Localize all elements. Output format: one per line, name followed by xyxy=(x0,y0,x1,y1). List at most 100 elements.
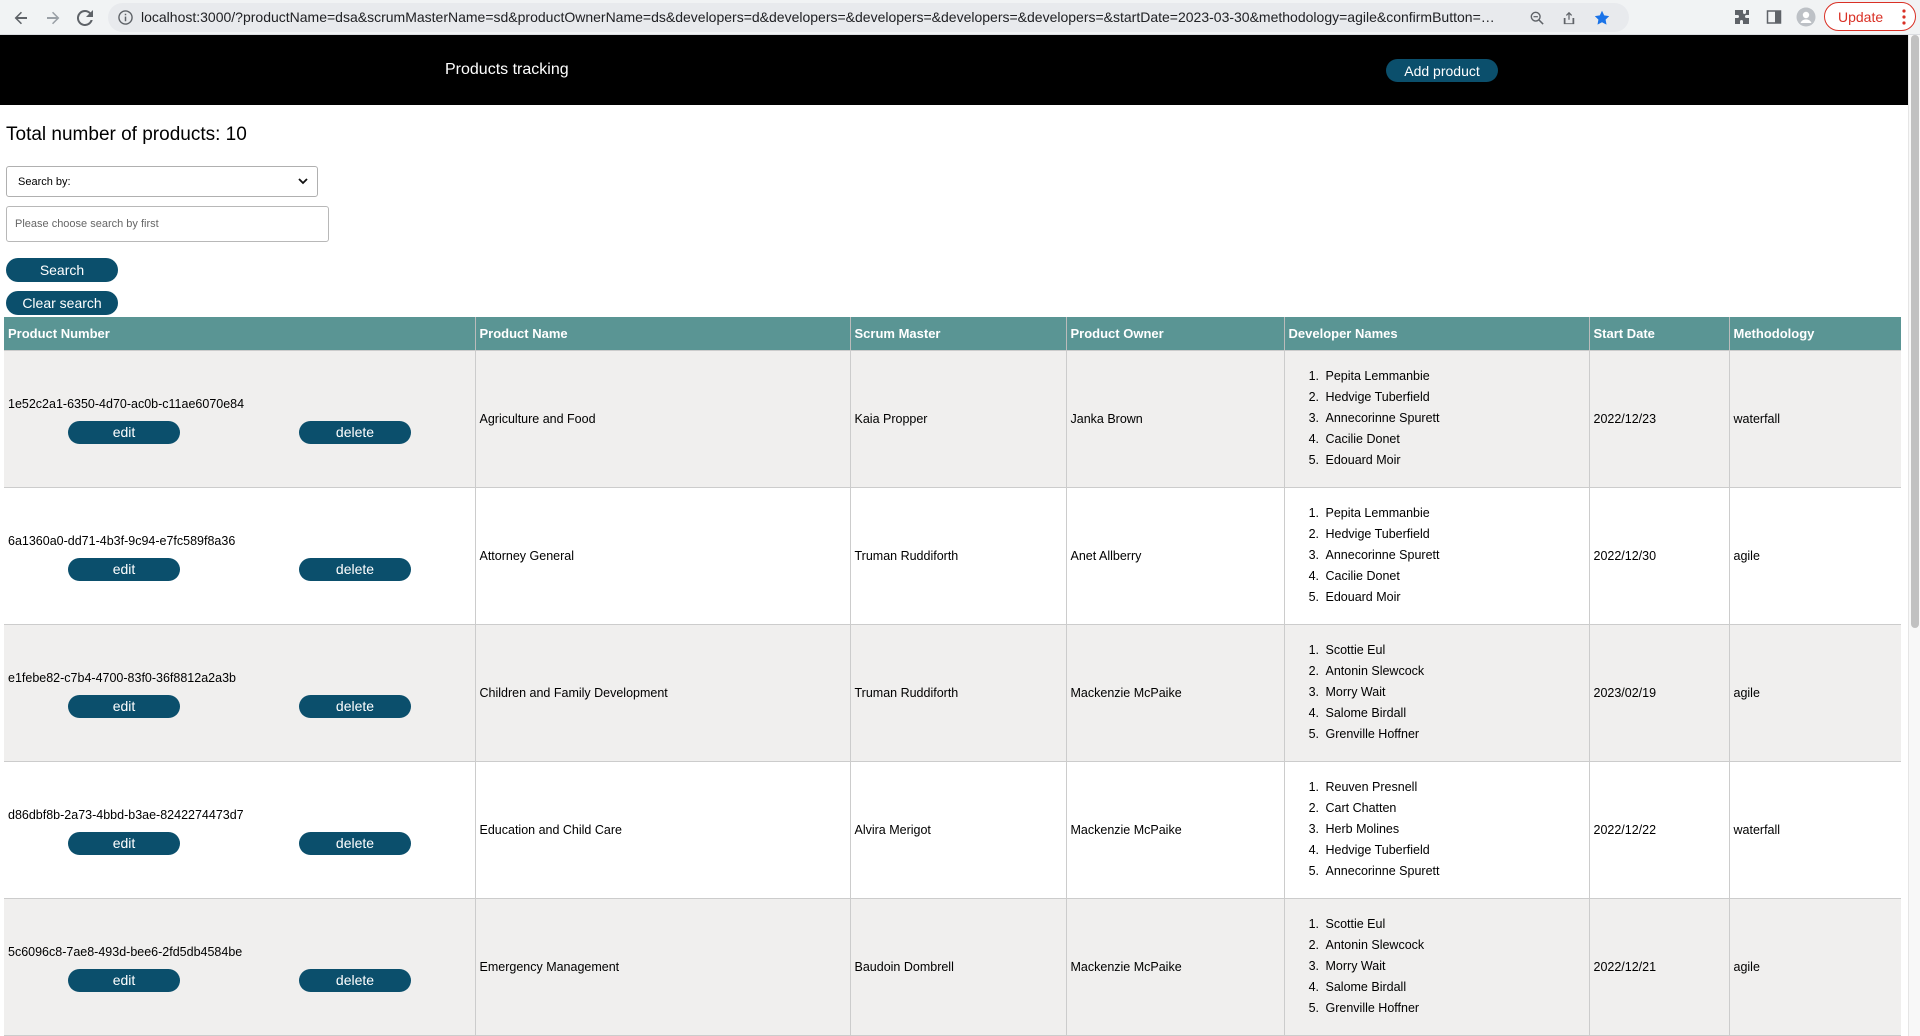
column-header[interactable]: Product Name xyxy=(475,317,851,351)
product-id: d86dbf8b-2a73-4bbd-b3ae-8242274473d7 xyxy=(8,807,244,822)
methodology: waterfall xyxy=(1729,350,1901,488)
add-product-button[interactable]: Add product xyxy=(1386,59,1498,82)
methodology: waterfall xyxy=(1729,761,1901,899)
table-row: 1e52c2a1-6350-4d70-ac0b-c11ae6070e84 edi… xyxy=(4,350,1901,488)
product-number-cell: d86dbf8b-2a73-4bbd-b3ae-8242274473d7 edi… xyxy=(4,761,476,899)
address-bar[interactable]: localhost:3000/?productName=dsa&scrumMas… xyxy=(108,3,1629,32)
developer-name: Morry Wait xyxy=(1323,682,1589,703)
clear-search-button[interactable]: Clear search xyxy=(6,291,118,315)
table-row: d86dbf8b-2a73-4bbd-b3ae-8242274473d7 edi… xyxy=(4,761,1901,899)
search-input[interactable]: Please choose search by first xyxy=(6,206,329,242)
developer-name: Herb Molines xyxy=(1323,819,1589,840)
product-name: Children and Family Development xyxy=(475,624,851,762)
edit-button[interactable]: edit xyxy=(68,557,180,581)
table-row: 5c6096c8-7ae8-493d-bee6-2fd5db4584be edi… xyxy=(4,898,1901,1036)
zoom-icon[interactable] xyxy=(1527,8,1547,28)
delete-button[interactable]: delete xyxy=(299,420,411,444)
developer-name: Salome Birdall xyxy=(1323,977,1589,998)
developer-name: Annecorinne Spurett xyxy=(1323,545,1589,566)
app-title: Products tracking xyxy=(445,61,569,78)
product-id: e1febe82-c7b4-4700-83f0-36f8812a2a3b xyxy=(8,670,236,685)
profile-icon[interactable] xyxy=(1794,5,1818,29)
reload-icon[interactable] xyxy=(72,5,98,31)
side-panel-icon[interactable] xyxy=(1762,5,1786,29)
methodology: agile xyxy=(1729,487,1901,625)
start-date: 2023/02/19 xyxy=(1589,624,1730,762)
methodology: agile xyxy=(1729,898,1901,1036)
developer-list: Pepita Lemmanbie Hedvige Tuberfield Anne… xyxy=(1289,503,1589,608)
page-scrollbar[interactable] xyxy=(1908,35,1920,1036)
browser-toolbar: localhost:3000/?productName=dsa&scrumMas… xyxy=(0,0,1920,35)
star-icon[interactable] xyxy=(1592,8,1612,28)
product-name: Attorney General xyxy=(475,487,851,625)
scrum-master: Alvira Merigot xyxy=(850,761,1067,899)
edit-button[interactable]: edit xyxy=(68,694,180,718)
developer-names-cell: Pepita Lemmanbie Hedvige Tuberfield Anne… xyxy=(1284,487,1590,625)
total-products: Total number of products: 10 xyxy=(6,124,247,145)
column-header[interactable]: Product Owner xyxy=(1066,317,1285,351)
product-name: Education and Child Care xyxy=(475,761,851,899)
developer-list: Scottie Eul Antonin Slewcock Morry Wait … xyxy=(1289,640,1589,745)
column-header[interactable]: Methodology xyxy=(1729,317,1901,351)
share-icon[interactable] xyxy=(1559,8,1579,28)
methodology: agile xyxy=(1729,624,1901,762)
chevron-down-icon xyxy=(298,176,308,189)
product-owner: Mackenzie McPaike xyxy=(1066,898,1285,1036)
delete-button[interactable]: delete xyxy=(299,968,411,992)
developer-names-cell: Reuven Presnell Cart Chatten Herb Moline… xyxy=(1284,761,1590,899)
developer-name: Cacilie Donet xyxy=(1323,566,1589,587)
app-header: Products tracking Add product xyxy=(0,35,1908,105)
forward-arrow-icon[interactable] xyxy=(40,5,66,31)
scrum-master: Kaia Propper xyxy=(850,350,1067,488)
search-by-select[interactable]: Search by: xyxy=(6,166,318,197)
update-button[interactable]: Update xyxy=(1824,2,1916,31)
column-header[interactable]: Start Date xyxy=(1589,317,1730,351)
developer-name: Hedvige Tuberfield xyxy=(1323,524,1589,545)
edit-button[interactable]: edit xyxy=(68,420,180,444)
developer-name: Grenville Hoffner xyxy=(1323,998,1589,1019)
delete-button[interactable]: delete xyxy=(299,694,411,718)
back-arrow-icon[interactable] xyxy=(8,5,34,31)
developer-list: Reuven Presnell Cart Chatten Herb Moline… xyxy=(1289,777,1589,882)
developer-list: Scottie Eul Antonin Slewcock Morry Wait … xyxy=(1289,914,1589,1019)
search-by-value: Search by: xyxy=(18,175,71,188)
developer-name: Grenville Hoffner xyxy=(1323,724,1589,745)
product-number-cell: 5c6096c8-7ae8-493d-bee6-2fd5db4584be edi… xyxy=(4,898,476,1036)
product-number-cell: 6a1360a0-dd71-4b3f-9c94-e7fc589f8a36 edi… xyxy=(4,487,476,625)
column-header[interactable]: Developer Names xyxy=(1284,317,1590,351)
column-header[interactable]: Product Number xyxy=(4,317,476,351)
edit-button[interactable]: edit xyxy=(68,831,180,855)
scrum-master: Baudoin Dombrell xyxy=(850,898,1067,1036)
product-number-cell: 1e52c2a1-6350-4d70-ac0b-c11ae6070e84 edi… xyxy=(4,350,476,488)
developer-names-cell: Pepita Lemmanbie Hedvige Tuberfield Anne… xyxy=(1284,350,1590,488)
column-header[interactable]: Scrum Master xyxy=(850,317,1067,351)
developer-name: Annecorinne Spurett xyxy=(1323,861,1589,882)
developer-name: Hedvige Tuberfield xyxy=(1323,387,1589,408)
product-name: Emergency Management xyxy=(475,898,851,1036)
products-table: Product Number Product Name Scrum Master… xyxy=(4,317,1901,1036)
developer-names-cell: Scottie Eul Antonin Slewcock Morry Wait … xyxy=(1284,624,1590,762)
info-icon[interactable] xyxy=(118,10,133,25)
developer-name: Cacilie Donet xyxy=(1323,429,1589,450)
scrollbar-thumb[interactable] xyxy=(1911,35,1919,628)
start-date: 2022/12/23 xyxy=(1589,350,1730,488)
product-owner: Mackenzie McPaike xyxy=(1066,761,1285,899)
developer-name: Edouard Moir xyxy=(1323,587,1589,608)
url-text[interactable]: localhost:3000/?productName=dsa&scrumMas… xyxy=(141,3,1496,32)
product-number-cell: e1febe82-c7b4-4700-83f0-36f8812a2a3b edi… xyxy=(4,624,476,762)
developer-name: Reuven Presnell xyxy=(1323,777,1589,798)
scrum-master: Truman Ruddiforth xyxy=(850,624,1067,762)
product-owner: Janka Brown xyxy=(1066,350,1285,488)
developer-name: Annecorinne Spurett xyxy=(1323,408,1589,429)
start-date: 2022/12/30 xyxy=(1589,487,1730,625)
delete-button[interactable]: delete xyxy=(299,557,411,581)
developer-names-cell: Scottie Eul Antonin Slewcock Morry Wait … xyxy=(1284,898,1590,1036)
table-row: e1febe82-c7b4-4700-83f0-36f8812a2a3b edi… xyxy=(4,624,1901,762)
start-date: 2022/12/22 xyxy=(1589,761,1730,899)
extensions-icon[interactable] xyxy=(1730,5,1754,29)
developer-name: Pepita Lemmanbie xyxy=(1323,503,1589,524)
search-button[interactable]: Search xyxy=(6,258,118,282)
edit-button[interactable]: edit xyxy=(68,968,180,992)
table-header-row: Product Number Product Name Scrum Master… xyxy=(4,317,1901,351)
delete-button[interactable]: delete xyxy=(299,831,411,855)
